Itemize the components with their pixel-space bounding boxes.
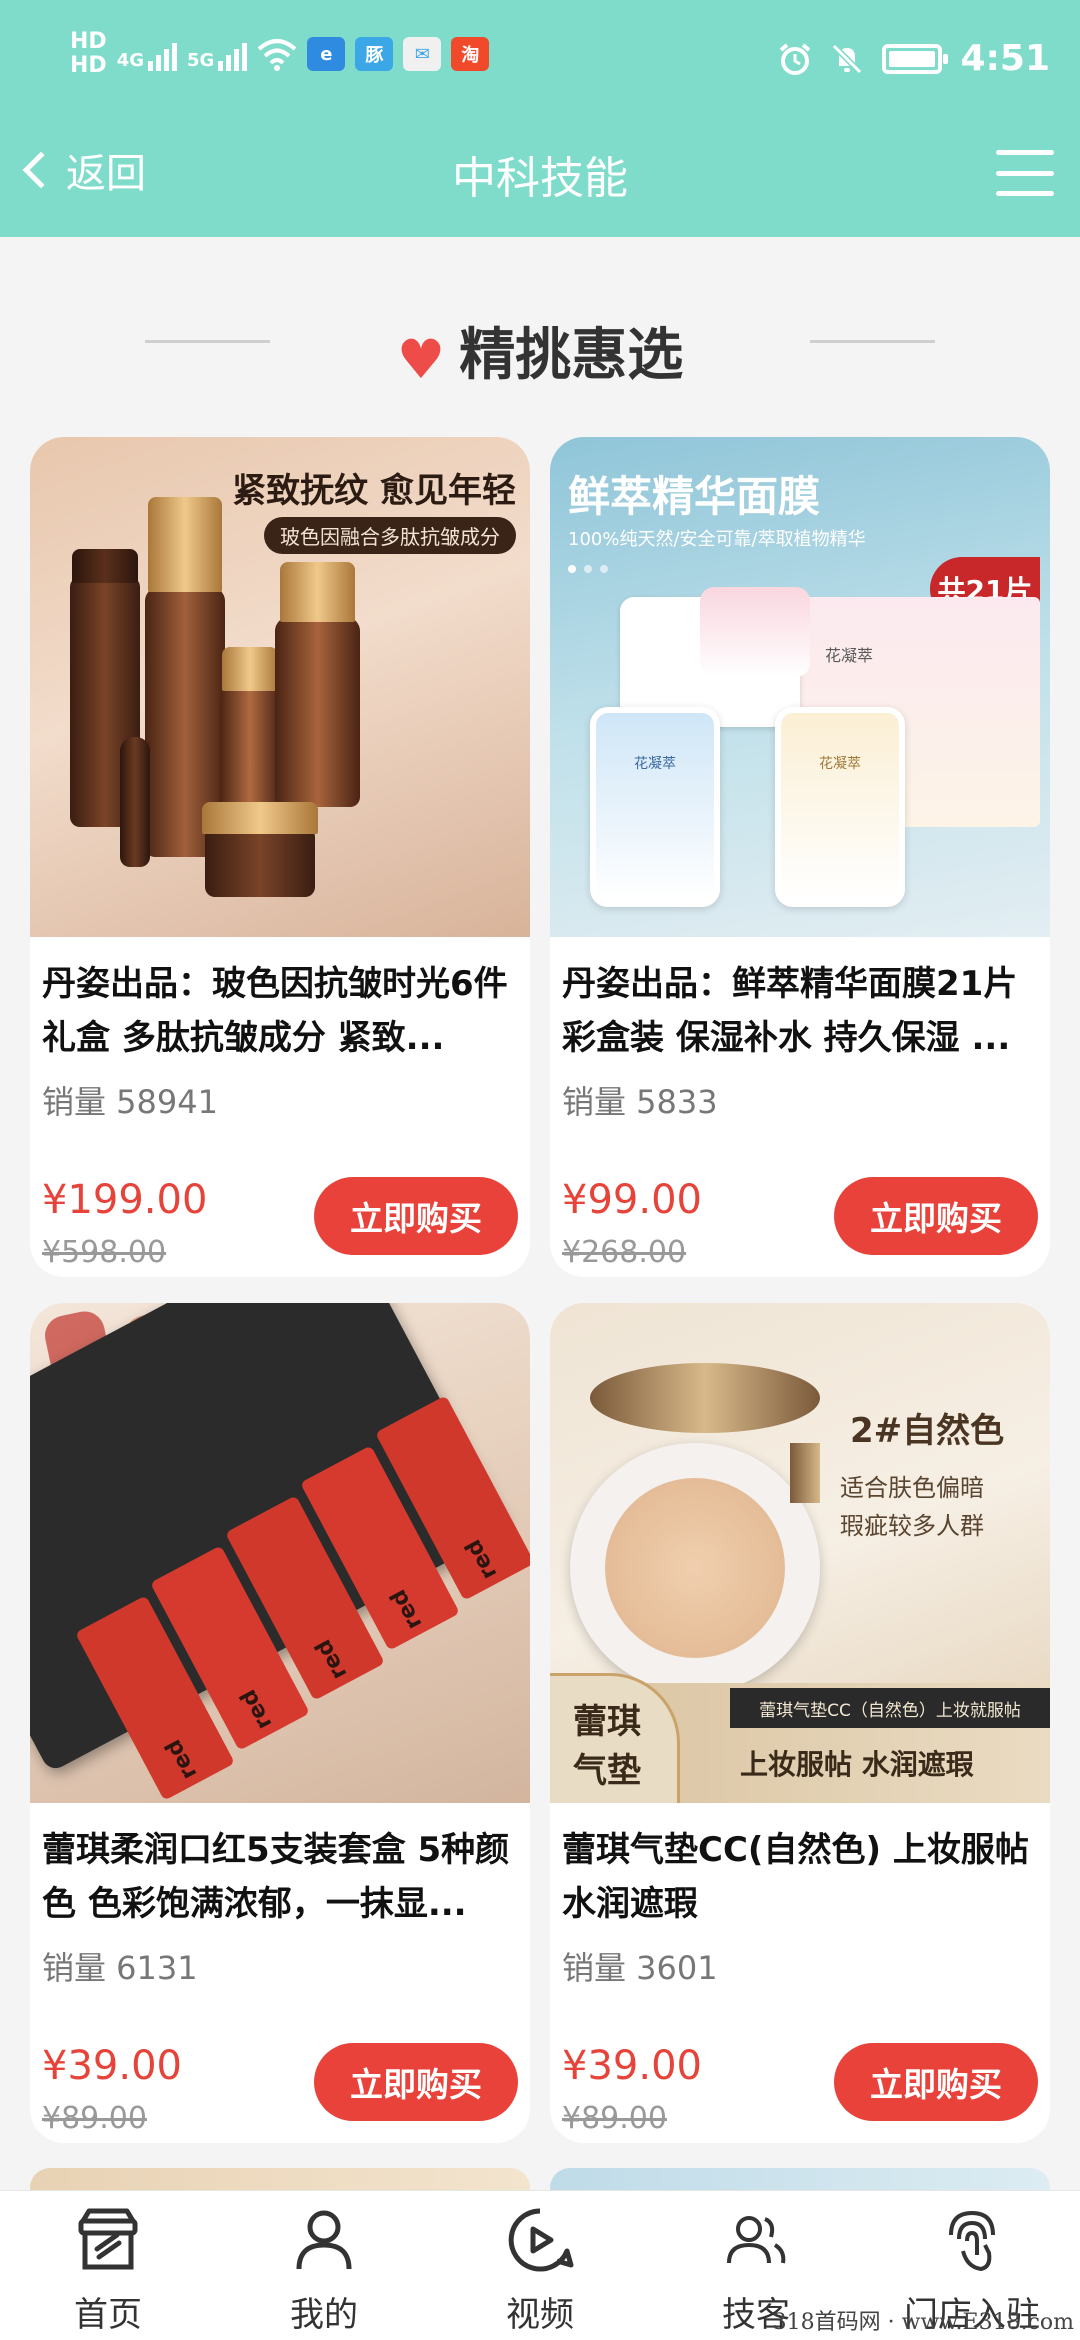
- hamburger-icon: [996, 150, 1054, 155]
- product-card[interactable]: 2#自然色 适合肤色偏暗 瑕疵较多人群 蕾琪气垫CC（自然色）上妆就服帖 上妆服…: [550, 1303, 1050, 2143]
- image-tag: 玻色因融合多肽抗皱成分: [264, 517, 516, 554]
- product-image[interactable]: 鲜萃精华面膜 100%纯天然/安全可靠/萃取植物精华 共21片 花凝萃 花凝萃 …: [550, 437, 1050, 937]
- mute-bell-icon: [832, 43, 863, 74]
- app-header: HD HD 4G 5G e 豚 ✉ 淘 4:51 返回 中科技能: [0, 0, 1080, 237]
- divider-right: [810, 340, 935, 343]
- sales-count: 销量 5833: [562, 1083, 718, 1121]
- product-image[interactable]: 紧致抚纹 愈见年轻 玻色因融合多肽抗皱成分: [30, 437, 530, 937]
- section-title: ♥ 精挑惠选: [396, 323, 684, 391]
- sales-count: 销量 6131: [42, 1949, 198, 1987]
- sales-count: 销量 58941: [42, 1083, 218, 1121]
- product-card[interactable]: 紧致抚纹 愈见年轻 玻色因融合多肽抗皱成分 丹姿出品：玻色因抗皱时光6件礼盒 多…: [30, 437, 530, 1277]
- tab-label: 首页: [74, 2295, 142, 2335]
- image-heading: 紧致抚纹 愈见年轻: [232, 471, 516, 511]
- product-bottle: [275, 617, 360, 807]
- menu-button[interactable]: [996, 150, 1054, 196]
- product-bottle: [220, 687, 280, 817]
- tab-label: 视频: [506, 2295, 574, 2335]
- tab-home[interactable]: 首页: [0, 2191, 216, 2340]
- sales-count: 销量 3601: [562, 1949, 718, 1987]
- product-card[interactable]: red red red red red 蕾琪柔润口红5支装套盒 5种颜色 色彩饱…: [30, 1303, 530, 2143]
- product-title[interactable]: 丹姿出品：鲜萃精华面膜21片彩盒装 保湿补水 持久保湿 ...: [562, 957, 1038, 1065]
- price: ¥199.00: [42, 1177, 208, 1223]
- store-icon: [78, 2208, 138, 2270]
- price: ¥99.00: [562, 1177, 702, 1223]
- status-bar: HD HD 4G 5G e 豚 ✉ 淘 4:51: [0, 0, 1080, 120]
- buy-now-button[interactable]: 立即购买: [834, 1177, 1038, 1255]
- mask-packet: 花凝萃: [590, 707, 720, 907]
- image-heading: 鲜萃精华面膜: [568, 472, 821, 521]
- fingerprint-icon: [949, 2210, 995, 2272]
- buy-now-button[interactable]: 立即购买: [314, 1177, 518, 1255]
- product-jar: [205, 827, 315, 897]
- user-icon: [296, 2210, 352, 2270]
- price: ¥39.00: [42, 2043, 182, 2089]
- cushion-puff: [605, 1478, 785, 1658]
- browser-icon: e: [307, 37, 346, 71]
- mail-icon: ✉: [403, 37, 442, 71]
- mask-packet: 花凝萃: [775, 707, 905, 907]
- image-strip: 蕾琪气垫CC（自然色）上妆就服帖: [730, 1688, 1050, 1728]
- price: ¥39.00: [562, 2043, 702, 2089]
- product-title[interactable]: 蕾琪气垫CC(自然色) 上妆服帖 水润遮瑕: [562, 1823, 1038, 1931]
- wifi-icon: [257, 39, 297, 71]
- image-line: 适合肤色偏暗: [840, 1474, 984, 1502]
- tab-label: 我的: [290, 2295, 358, 2335]
- heart-icon: ♥: [396, 328, 446, 391]
- buy-now-button[interactable]: 立即购买: [834, 2043, 1038, 2121]
- original-price: ¥89.00: [562, 2101, 667, 2136]
- signal-4g-icon: 4G: [117, 37, 177, 71]
- video-icon: [508, 2208, 574, 2272]
- users-icon: [727, 2216, 786, 2264]
- signal-5g-icon: 5G: [187, 37, 248, 71]
- image-slogan: 上妆服帖 水润遮瑕: [740, 1748, 974, 1781]
- buy-now-button[interactable]: 立即购买: [314, 2043, 518, 2121]
- image-subtitle: 100%纯天然/安全可靠/萃取植物精华: [568, 529, 866, 550]
- image-line: 瑕疵较多人群: [840, 1512, 984, 1540]
- cushion-lid: [590, 1363, 820, 1433]
- status-right: 4:51: [778, 38, 1050, 79]
- product-image[interactable]: 2#自然色 适合肤色偏暗 瑕疵较多人群 蕾琪气垫CC（自然色）上妆就服帖 上妆服…: [550, 1303, 1050, 1803]
- tab-mine[interactable]: 我的: [216, 2191, 432, 2340]
- pig-app-icon: 豚: [355, 37, 394, 71]
- original-price: ¥598.00: [42, 1235, 167, 1270]
- image-heading: 2#自然色: [850, 1411, 1005, 1451]
- product-title[interactable]: 丹姿出品：玻色因抗皱时光6件礼盒 多肽抗皱成分 紧致...: [42, 957, 518, 1065]
- section-header: ♥ 精挑惠选: [0, 300, 1080, 391]
- clock: 4:51: [960, 38, 1050, 79]
- nav-bar: 返回 中科技能: [0, 120, 1080, 237]
- tab-video[interactable]: 视频: [432, 2191, 648, 2340]
- taobao-icon: 淘: [451, 37, 490, 71]
- carousel-dots: [568, 565, 608, 573]
- product-image[interactable]: red red red red red: [30, 1303, 530, 1803]
- battery-icon: [882, 43, 949, 74]
- hd-indicator: HD HD: [70, 29, 107, 78]
- product-title[interactable]: 蕾琪柔润口红5支装套盒 5种颜色 色彩饱满浓郁，一抹显...: [42, 1823, 518, 1931]
- original-price: ¥268.00: [562, 1235, 687, 1270]
- original-price: ¥89.00: [42, 2101, 147, 2136]
- page-title: 中科技能: [452, 153, 628, 204]
- watermark: 318首码网 · www.E318.com: [772, 2310, 1074, 2335]
- alarm-icon: [780, 42, 811, 75]
- status-left: HD HD 4G 5G e 豚 ✉ 淘: [70, 29, 490, 78]
- product-card[interactable]: 鲜萃精华面膜 100%纯天然/安全可靠/萃取植物精华 共21片 花凝萃 花凝萃 …: [550, 437, 1050, 1277]
